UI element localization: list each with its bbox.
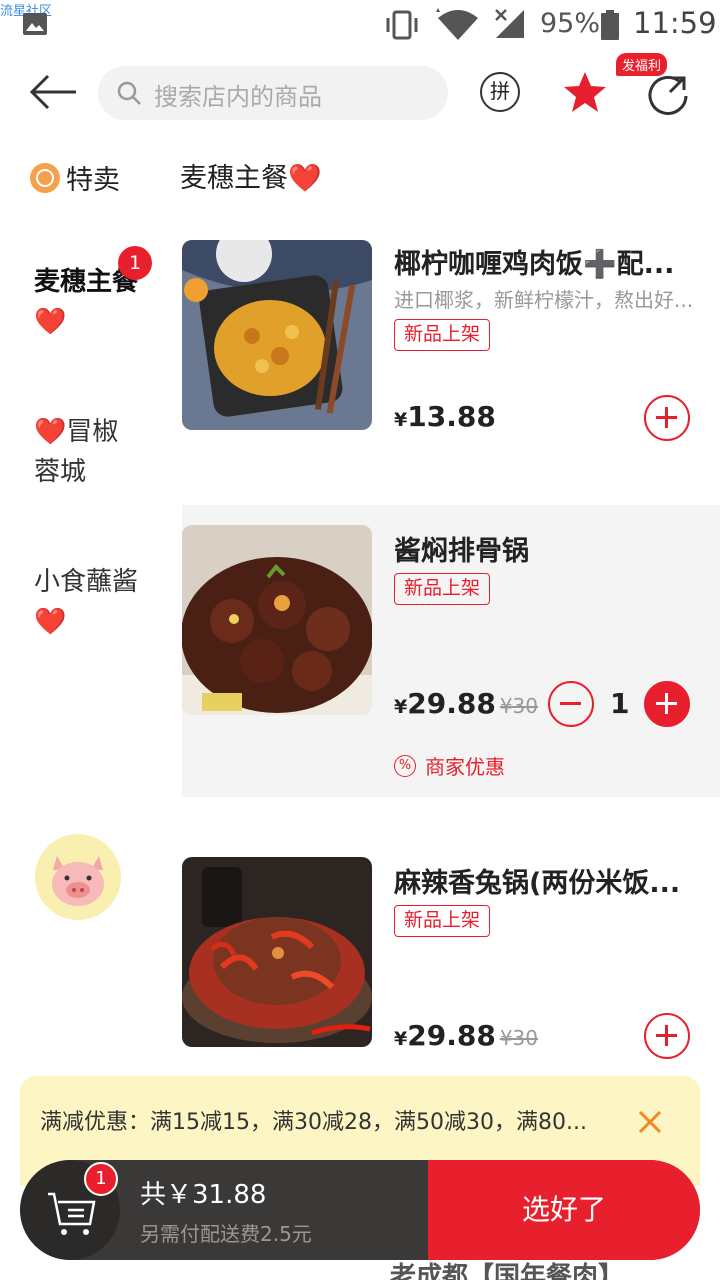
new-arrival-tag: 新品上架 — [394, 319, 491, 351]
original-price: ¥30 — [499, 1026, 538, 1050]
original-price: ¥30 — [499, 694, 538, 718]
sidebar-item-label: ❤️冒椒 — [34, 417, 119, 447]
checkout-button[interactable]: 选好了 — [428, 1160, 700, 1260]
product-image-curry-rice[interactable] — [182, 240, 372, 430]
battery-icon — [601, 10, 619, 40]
heart-icon: ❤️ — [34, 307, 67, 337]
tab-special-label: 特卖 — [66, 165, 120, 196]
back-arrow-icon[interactable] — [28, 72, 80, 112]
group-buy-icon[interactable]: 拼 — [480, 72, 520, 112]
percent-icon: % — [394, 754, 416, 777]
favorite-star-icon[interactable] — [562, 70, 608, 114]
tab-main-meals[interactable]: 麦穗主餐❤️ — [180, 156, 322, 195]
pig-icon — [52, 856, 104, 906]
product-image-braised-ribs[interactable] — [182, 525, 372, 715]
clock-icon — [30, 162, 60, 193]
merchant-discount-label: 商家优惠 — [425, 755, 505, 779]
product-name: 椰柠咖喱鸡肉饭➕配... — [394, 249, 675, 280]
product-price: ¥29.88 ¥30 — [394, 687, 538, 720]
status-bar: 95% 11:59 — [0, 0, 720, 50]
merchant-discount: % 商家优惠 — [394, 751, 505, 780]
cart-count-badge: 1 — [84, 1162, 118, 1196]
discount-text: 满减优惠：满15减15，满30减28，满50减30，满80... — [40, 1110, 587, 1135]
product-name: 酱焖排骨锅 — [394, 536, 529, 567]
search-placeholder: 搜索店内的商品 — [154, 83, 322, 111]
search-icon — [117, 81, 141, 105]
product-card[interactable]: 椰柠咖喱鸡肉饭➕配... 进口椰浆，新鲜柠檬汁，熬出好... 新品上架 ¥13.… — [182, 238, 720, 498]
cart-total: 共￥31.88 — [140, 1180, 267, 1210]
product-image-spicy-rabbit[interactable] — [182, 857, 372, 1047]
sidebar-count-badge: 1 — [118, 246, 152, 280]
heart-icon: ❤️ — [34, 607, 67, 637]
tab-special-offer[interactable]: 特卖 — [30, 158, 120, 197]
pig-avatar[interactable] — [35, 834, 121, 920]
product-price: ¥13.88 — [394, 400, 496, 433]
product-name: 麻辣香兔锅(两份米饭... — [394, 868, 681, 899]
product-card[interactable]: 酱焖排骨锅 新品上架 ¥29.88 ¥30 1 % 商家优惠 — [182, 505, 720, 797]
quantity-value: 1 — [610, 687, 630, 720]
vibrate-icon — [386, 10, 418, 40]
product-card[interactable]: 麻辣香兔锅(两份米饭... 新品上架 ¥29.88 ¥30 — [182, 857, 720, 1059]
product-desc: 进口椰浆，新鲜柠檬汁，熬出好... — [394, 288, 694, 312]
search-input[interactable]: 搜索店内的商品 — [98, 66, 448, 120]
cart-bar: 共￥31.88 另需付配送费2.5元 选好了 — [20, 1160, 700, 1260]
add-to-cart-button[interactable] — [644, 395, 690, 441]
signal-icon — [495, 9, 524, 38]
sidebar-item-spicy[interactable]: ❤️冒椒 蓉城 — [34, 412, 164, 492]
battery-percent: 95% — [540, 8, 601, 39]
decrease-qty-button[interactable] — [548, 681, 594, 727]
wifi-icon — [436, 8, 478, 40]
new-arrival-tag: 新品上架 — [394, 573, 491, 605]
add-to-cart-button[interactable] — [644, 1013, 690, 1059]
sidebar-item-snacks[interactable]: 小食蘸酱 ❤️ — [34, 562, 164, 642]
share-icon[interactable] — [646, 72, 690, 116]
new-arrival-tag: 新品上架 — [394, 905, 491, 937]
increase-qty-button[interactable] — [644, 681, 690, 727]
image-notification-icon — [23, 13, 47, 35]
delivery-fee: 另需付配送费2.5元 — [140, 1222, 312, 1246]
product-price: ¥29.88 ¥30 — [394, 1019, 538, 1052]
close-icon[interactable] — [634, 1106, 666, 1138]
clock-time: 11:59 — [633, 6, 717, 40]
sidebar-item-label-2: 蓉城 — [34, 457, 87, 487]
sidebar-item-label: 小食蘸酱 — [34, 567, 139, 597]
